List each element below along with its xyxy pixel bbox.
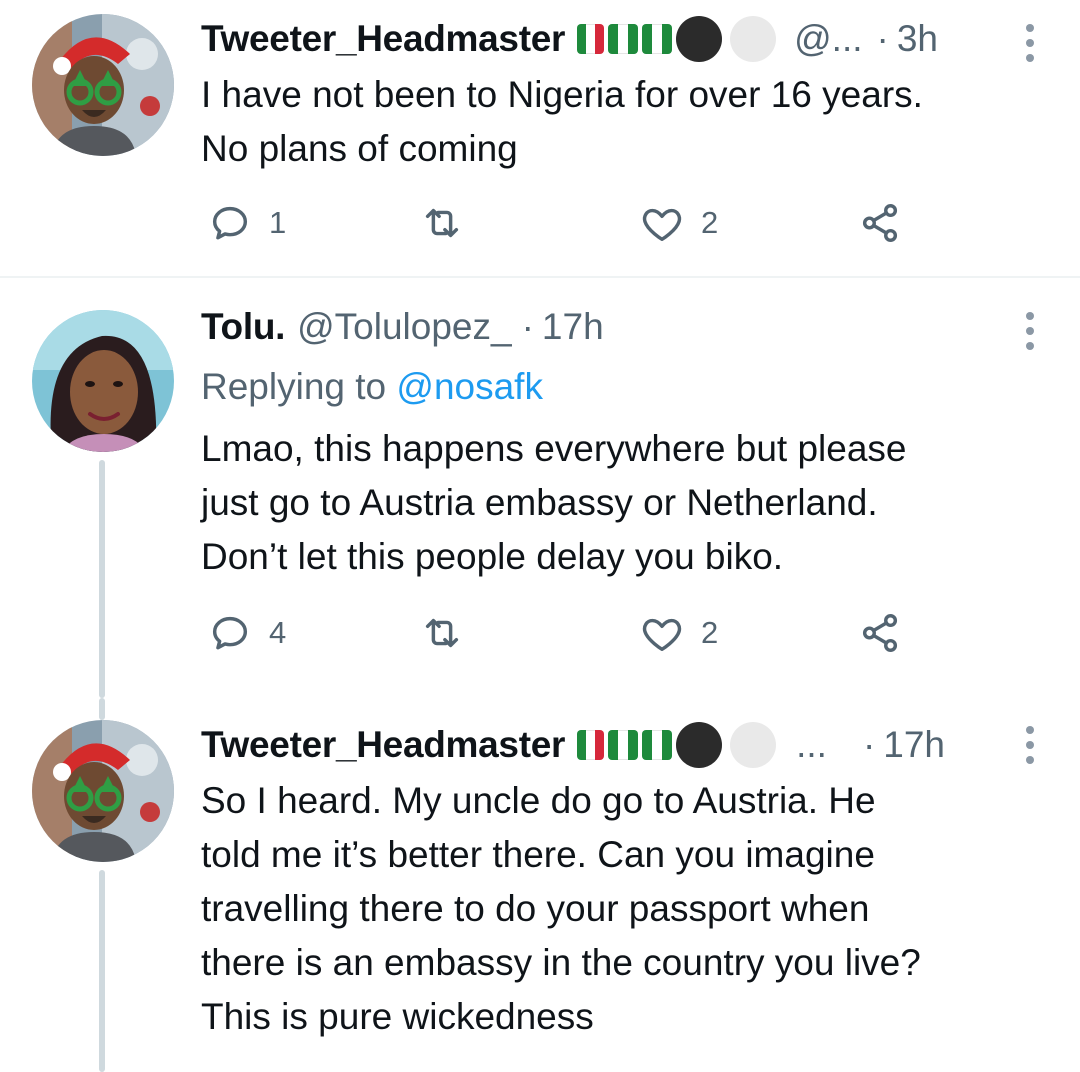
display-name[interactable]: Tolu. [201,306,285,348]
reply-icon [212,616,248,650]
retweet-icon [425,618,459,648]
more-vertical-icon[interactable] [1026,726,1036,764]
retweet-button[interactable] [419,610,465,656]
tweet-text-line: No plans of coming [201,128,518,169]
flag-nigeria-emoji [642,730,673,760]
tweet-text-line: Lmao, this happens everywhere but please [201,428,907,469]
reply-button[interactable]: 4 [207,610,286,656]
tweet-text-line: told me it’s better there. Can you imagi… [201,834,875,875]
white-circle-emoji [730,722,777,768]
avatar-image [32,14,174,156]
tweet-2[interactable]: Tolu. @Tolulopez_ · 17h Replying to @nos… [0,278,1080,698]
share-button[interactable] [857,200,903,246]
flag-italy-emoji [577,24,605,54]
black-circle-emoji [676,722,723,768]
handle[interactable]: @... [794,18,862,60]
avatar-image [32,720,174,862]
separator-dot: · [876,18,889,59]
share-icon [862,204,898,242]
black-circle-emoji [676,16,723,62]
tweet-text: I have not been to Nigeria for over 16 y… [201,68,1051,176]
reply-icon [212,206,248,240]
timestamp[interactable]: 17h [883,724,945,766]
tweet-1[interactable]: Tweeter_Headmaster @... · 3h I have not … [0,0,1080,276]
thread-line [99,870,105,1072]
share-button[interactable] [857,610,903,656]
retweet-icon [425,208,459,238]
white-circle-emoji [730,16,777,62]
separator-dot: · [862,724,876,765]
more-vertical-icon[interactable] [1026,24,1036,62]
timestamp[interactable]: 3h [897,18,938,60]
tweet-3[interactable]: Tweeter_Headmaster ... · 17h So I heard.… [0,698,1080,1072]
name-emojis [577,722,777,768]
flag-nigeria-emoji [642,24,673,54]
flag-nigeria-emoji [608,24,639,54]
tweet-text: So I heard. My uncle do go to Austria. H… [201,774,1051,1044]
tweet-header: Tweeter_Headmaster @... · 3h [201,12,938,66]
avatar[interactable] [32,14,174,156]
replying-to-label: Replying to [201,366,397,407]
tweet-actions: 4 2 [201,610,921,660]
thread-line [99,460,105,698]
reply-mention-link[interactable]: @nosafk [396,366,543,407]
like-count: 2 [701,615,719,650]
reply-count: 1 [269,205,287,240]
handle[interactable]: ... [796,724,827,766]
retweet-button[interactable] [419,200,465,246]
display-name[interactable]: Tweeter_Headmaster [201,18,565,60]
tweet-header: Tweeter_Headmaster ... · 17h [201,718,945,772]
tweet-actions: 1 2 [201,200,921,250]
flag-nigeria-emoji [608,730,639,760]
tweet-text: Lmao, this happens everywhere but please… [201,422,1051,584]
separator-dot: · [521,306,534,347]
display-name[interactable]: Tweeter_Headmaster [201,724,565,766]
more-vertical-icon[interactable] [1026,312,1036,350]
like-count: 2 [701,205,719,240]
flag-italy-emoji [577,730,605,760]
tweet-text-line: Don’t let this people delay you biko. [201,536,784,577]
heart-icon [642,618,682,652]
thread-line [99,698,105,720]
tweet-text-line: This is pure wickedness [201,996,594,1037]
tweet-text-line: there is an embassy in the country you l… [201,942,921,983]
tweet-text-line: travelling there to do your passport whe… [201,888,870,929]
tweet-header: Tolu. @Tolulopez_ · 17h [201,300,604,354]
like-button[interactable]: 2 [639,200,718,246]
heart-icon [642,208,682,242]
tweet-text-line: So I heard. My uncle do go to Austria. H… [201,780,876,821]
avatar-image [32,310,174,452]
timestamp[interactable]: 17h [542,306,604,348]
name-emojis [577,16,777,62]
avatar[interactable] [32,310,174,452]
like-button[interactable]: 2 [639,610,718,656]
tweet-text-line: just go to Austria embassy or Netherland… [201,482,878,523]
handle[interactable]: @Tolulopez_ [297,306,511,348]
reply-count: 4 [269,615,287,650]
reply-button[interactable]: 1 [207,200,286,246]
replying-to: Replying to @nosafk [201,360,543,414]
tweet-text-line: I have not been to Nigeria for over 16 y… [201,74,923,115]
avatar[interactable] [32,720,174,862]
share-icon [862,614,898,652]
